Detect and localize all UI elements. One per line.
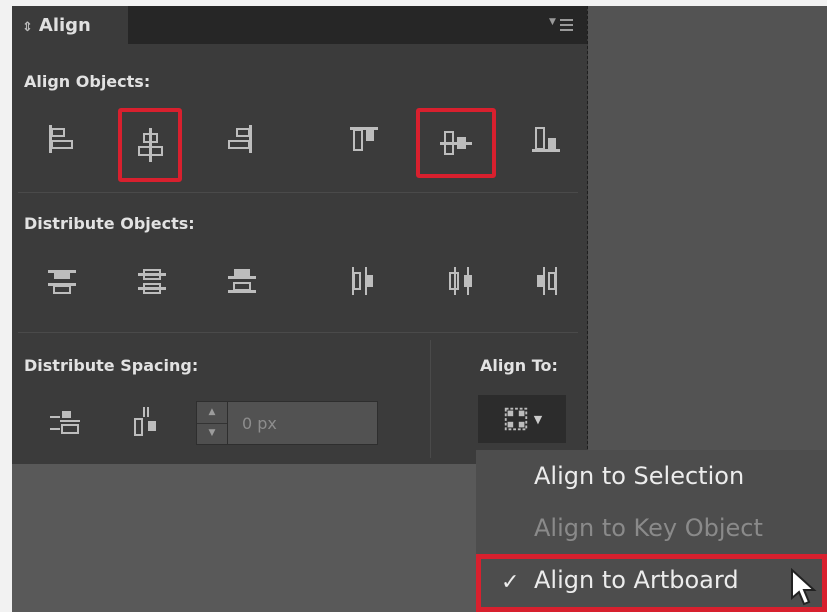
vertical-distribute-space-button[interactable]: [36, 393, 96, 453]
horizontal-distribute-right-icon: [537, 267, 557, 295]
distribute-objects-label: Distribute Objects:: [24, 214, 195, 233]
vertical-distribute-center-button[interactable]: [122, 251, 182, 311]
horizontal-align-center-icon: [138, 128, 163, 162]
horizontal-distribute-space-button[interactable]: [116, 393, 176, 453]
window-left-edge: [0, 0, 12, 612]
align-tab[interactable]: ⇕ Align: [12, 6, 128, 46]
vertical-distribute-top-icon: [48, 270, 76, 294]
vertical-distribute-bottom-icon: [228, 269, 256, 293]
align-panel: ⇕ Align ▼ Align Objects: Distribute Obje…: [12, 6, 588, 464]
align-to-label: Align To:: [480, 356, 558, 375]
distribute-spacing-label: Distribute Spacing:: [24, 356, 199, 375]
align-to-artboard-icon: [504, 407, 527, 431]
align-to-menu: Align to Selection Align to Key Object ✓…: [476, 450, 827, 612]
vertical-align-center-icon: [440, 131, 472, 155]
horizontal-distribute-space-icon: [134, 407, 156, 436]
vertical-distribute-bottom-button[interactable]: [212, 251, 272, 311]
vertical-align-bottom-button[interactable]: [516, 109, 576, 169]
menu-item-label: Align to Key Object: [534, 514, 763, 542]
menu-item-align-to-artboard[interactable]: ✓ Align to Artboard: [476, 554, 827, 612]
vertical-align-top-icon: [350, 127, 378, 151]
panel-tab-bar: ⇕ Align ▼: [12, 6, 587, 46]
chevron-down-icon: ▼: [533, 412, 543, 426]
section-divider: [18, 332, 578, 333]
horizontal-distribute-center-icon: [449, 267, 472, 295]
horizontal-distribute-center-button[interactable]: [432, 251, 492, 311]
horizontal-align-right-icon: [228, 125, 252, 153]
horizontal-distribute-right-button[interactable]: [518, 251, 578, 311]
menu-item-label: Align to Artboard: [534, 566, 739, 594]
vertical-distribute-center-icon: [138, 269, 166, 294]
horizontal-align-right-button[interactable]: [210, 109, 270, 169]
stepper-down-icon[interactable]: ▼: [197, 423, 227, 444]
menu-item-align-to-key-object: Align to Key Object: [476, 502, 827, 554]
align-objects-label: Align Objects:: [24, 72, 151, 91]
horizontal-align-left-icon: [49, 125, 73, 153]
align-to-dropdown[interactable]: ▼: [478, 395, 566, 443]
vertical-distribute-top-button[interactable]: [32, 251, 92, 311]
panel-menu-icon[interactable]: ▼: [549, 15, 573, 35]
vertical-align-top-button[interactable]: [334, 109, 394, 169]
spacing-input[interactable]: [228, 401, 378, 445]
menu-item-align-to-selection[interactable]: Align to Selection: [476, 450, 827, 502]
horizontal-distribute-left-icon: [352, 267, 373, 295]
menu-item-label: Align to Selection: [534, 462, 745, 490]
spacing-stepper[interactable]: ▲ ▼: [196, 401, 228, 445]
mouse-pointer-icon: [791, 568, 817, 606]
stepper-up-icon[interactable]: ▲: [197, 402, 227, 424]
vertical-align-center-button[interactable]: [416, 108, 496, 178]
horizontal-align-left-button[interactable]: [30, 109, 90, 169]
horizontal-align-center-button[interactable]: [118, 108, 182, 182]
collapse-arrows-icon[interactable]: ⇕: [22, 20, 33, 35]
horizontal-distribute-left-button[interactable]: [332, 251, 392, 311]
align-tab-label: Align: [38, 15, 91, 36]
section-divider: [18, 192, 578, 193]
checkmark-icon: ✓: [501, 570, 520, 595]
section-divider: [430, 340, 431, 458]
vertical-distribute-space-icon: [50, 411, 80, 434]
vertical-align-bottom-icon: [532, 127, 560, 152]
